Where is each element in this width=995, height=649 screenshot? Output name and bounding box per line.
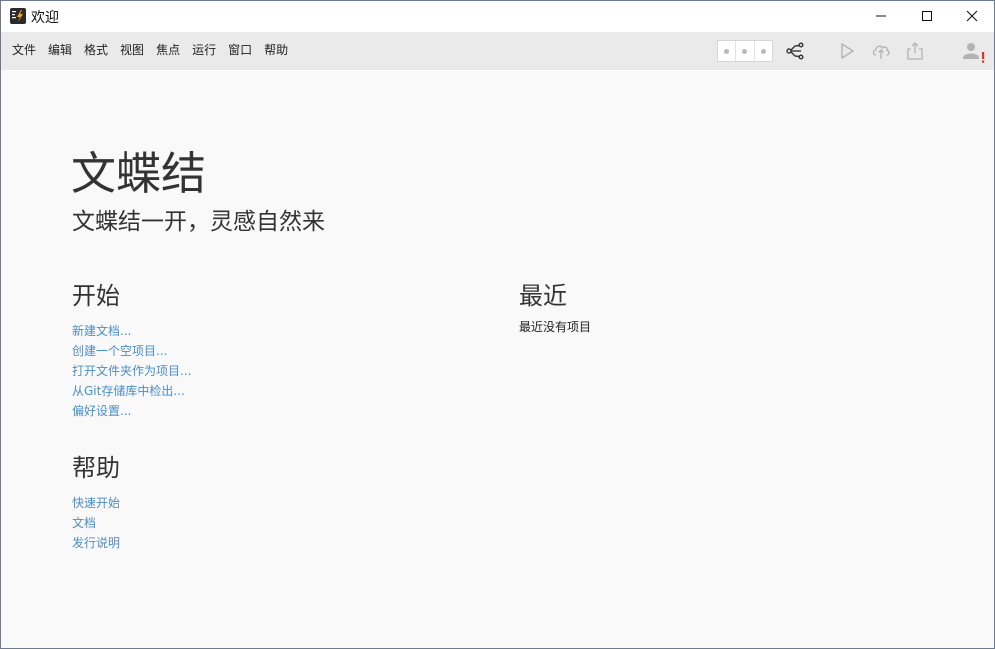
account-button[interactable] (962, 41, 982, 61)
cloud-upload-button[interactable] (871, 41, 891, 61)
documentation-link[interactable]: 文档 (72, 513, 120, 533)
maximize-icon (921, 10, 933, 22)
run-icon (837, 41, 857, 61)
app-title: 文蝶结 (71, 147, 206, 201)
menu-focus[interactable]: 焦点 (156, 43, 180, 57)
share-button[interactable] (905, 41, 925, 61)
menu-bar: 文件 编辑 格式 视图 焦点 运行 窗口 帮助 (1, 32, 994, 70)
recent-heading: 最近 (519, 281, 567, 311)
new-document-link[interactable]: 新建文档... (72, 321, 191, 341)
menu-window[interactable]: 窗口 (228, 43, 252, 57)
minimize-button[interactable] (858, 1, 904, 31)
mode-segment-2[interactable] (736, 41, 754, 61)
close-icon (966, 10, 978, 22)
user-icon (962, 41, 986, 65)
dot-icon (761, 49, 766, 54)
app-logo-icon (10, 8, 26, 24)
title-bar: 欢迎 (1, 1, 994, 32)
window-title: 欢迎 (31, 7, 59, 27)
recent-empty-message: 最近没有项目 (519, 319, 591, 335)
menu-file[interactable]: 文件 (12, 43, 36, 57)
git-branch-icon (785, 41, 805, 61)
mode-segment-1[interactable] (718, 41, 736, 61)
dot-icon (724, 49, 729, 54)
dot-icon (742, 49, 747, 54)
run-button[interactable] (837, 41, 857, 61)
help-links: 快速开始 文档 发行说明 (72, 493, 120, 553)
start-heading: 开始 (72, 281, 120, 311)
preferences-link[interactable]: 偏好设置... (72, 401, 191, 421)
maximize-button[interactable] (904, 1, 950, 31)
menu-run[interactable]: 运行 (192, 43, 216, 57)
mode-segment-3[interactable] (755, 41, 772, 61)
minimize-icon (875, 10, 887, 22)
menu-format[interactable]: 格式 (84, 43, 108, 57)
share-icon (905, 41, 925, 61)
close-button[interactable] (949, 1, 995, 31)
app-slogan: 文蝶结一开，灵感自然来 (72, 207, 325, 237)
start-links: 新建文档... 创建一个空项目... 打开文件夹作为项目... 从Git存储库中… (72, 321, 191, 421)
open-folder-as-project-link[interactable]: 打开文件夹作为项目... (72, 361, 191, 381)
main-menu: 文件 编辑 格式 视图 焦点 运行 窗口 帮助 (12, 43, 300, 57)
help-heading: 帮助 (72, 453, 120, 483)
menu-view[interactable]: 视图 (120, 43, 144, 57)
git-branch-button[interactable] (785, 41, 805, 61)
quick-start-link[interactable]: 快速开始 (72, 493, 120, 513)
release-notes-link[interactable]: 发行说明 (72, 533, 120, 553)
cloud-upload-icon (871, 41, 891, 61)
new-empty-project-link[interactable]: 创建一个空项目... (72, 341, 191, 361)
app-window: 欢迎 文件 编辑 格式 视图 焦点 运行 窗口 帮助 (0, 0, 995, 649)
menu-edit[interactable]: 编辑 (48, 43, 72, 57)
checkout-from-git-link[interactable]: 从Git存储库中检出... (72, 381, 191, 401)
mode-switcher (717, 40, 773, 62)
menu-help[interactable]: 帮助 (264, 43, 288, 57)
